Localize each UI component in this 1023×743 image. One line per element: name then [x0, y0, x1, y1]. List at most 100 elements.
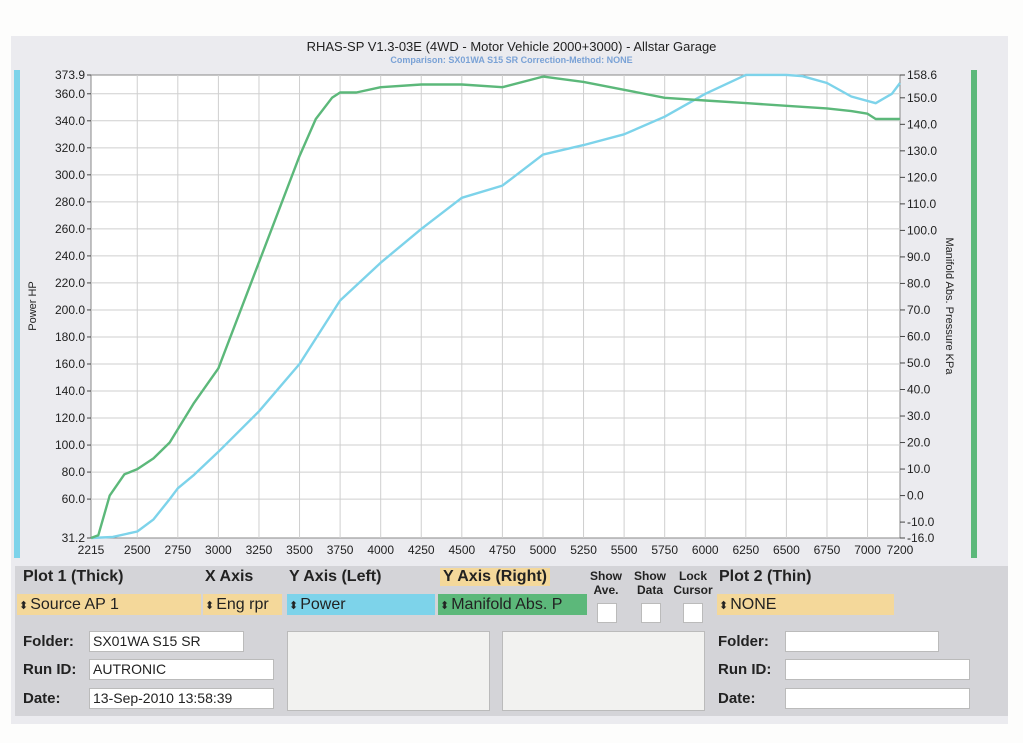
info-panel-right	[502, 631, 705, 711]
xaxis-value: Eng rpr	[216, 596, 269, 613]
x-tick-label: 5250	[570, 543, 597, 557]
y2-tick-label: 30.0	[907, 409, 931, 423]
x-tick-label: 4000	[367, 543, 394, 557]
y2-tick-label: 90.0	[907, 250, 931, 264]
y-tick-label: 180.0	[55, 330, 85, 344]
x-tick-label: 3750	[327, 543, 354, 557]
y2-tick-label: 140.0	[907, 117, 937, 131]
y2-tick-label: 40.0	[907, 383, 931, 397]
y-tick-label: 240.0	[55, 249, 85, 263]
updown-icon: ⬍	[205, 600, 215, 612]
y-tick-label: 140.0	[55, 384, 85, 398]
y-tick-label: 260.0	[55, 222, 85, 236]
lock-cursor-label: Lock Cursor	[673, 569, 713, 597]
x-tick-label: 5000	[530, 543, 557, 557]
y-tick-label: 31.2	[62, 531, 86, 545]
x-tick-label: 4250	[408, 543, 435, 557]
y2-tick-label: 70.0	[907, 303, 931, 317]
show-ave-label: Show Ave.	[590, 569, 622, 597]
dyno-chart: 2215 2500 2750 3000 3250 3500 3750 4000 4250 4500…	[14, 68, 977, 558]
show-data-label: Show Data	[634, 569, 666, 597]
x-tick-label: 3250	[246, 543, 273, 557]
x-tick-label: 2750	[164, 543, 191, 557]
y-tick-label: 300.0	[55, 168, 85, 182]
y-tick-label: 60.0	[62, 492, 86, 506]
x-tick-label: 2215	[78, 543, 105, 557]
y-tick-label: 360.0	[55, 87, 85, 101]
y2-tick-label: 60.0	[907, 329, 931, 343]
folder-field[interactable]: SX01WA S15 SR	[89, 631, 244, 652]
plot1-header: Plot 1 (Thick)	[23, 568, 124, 585]
x-tick-label: 6250	[732, 543, 759, 557]
yleft-value: Power	[300, 596, 346, 613]
updown-icon: ⬍	[719, 600, 729, 612]
y-tick-label: 120.0	[55, 411, 85, 425]
x-tick-label: 7200	[887, 543, 914, 557]
date2-label: Date:	[718, 690, 756, 707]
folder2-field[interactable]	[785, 631, 939, 652]
lock-cursor-checkbox[interactable]	[683, 603, 703, 623]
updown-icon: ⬍	[440, 600, 450, 612]
date2-field[interactable]	[785, 688, 970, 709]
runid2-label: Run ID:	[718, 661, 772, 678]
folder-label: Folder:	[23, 633, 74, 650]
y2-tick-label: 80.0	[907, 276, 931, 290]
y2-tick-label: 0.0	[907, 489, 924, 503]
runid-field[interactable]: AUTRONIC	[89, 659, 274, 680]
plot-area	[90, 74, 901, 539]
y2-tick-label: 100.0	[907, 223, 937, 237]
yleft-header: Y Axis (Left)	[289, 568, 382, 585]
x-tick-label: 4750	[489, 543, 516, 557]
xaxis-header: X Axis	[205, 568, 254, 585]
yleft-select[interactable]: ⬍ Power	[287, 594, 435, 615]
left-axis-color-bar	[14, 70, 20, 558]
show-data-checkbox[interactable]	[641, 603, 661, 623]
runid2-field[interactable]	[785, 659, 970, 680]
y2-tick-label: 150.0	[907, 91, 937, 105]
y-tick-label: 320.0	[55, 141, 85, 155]
yright-value: Manifold Abs. P	[451, 596, 563, 613]
x-tick-label: 6000	[692, 543, 719, 557]
x-tick-label: 3500	[286, 543, 313, 557]
source-select[interactable]: ⬍ Source AP 1	[17, 594, 201, 615]
plot2-header: Plot 2 (Thin)	[719, 568, 812, 585]
yright-header: Y Axis (Right)	[440, 568, 551, 586]
y2-tick-label: 158.6	[907, 68, 937, 82]
show-ave-checkbox[interactable]	[597, 603, 617, 623]
date-label: Date:	[23, 690, 61, 707]
y2-axis-label: Manifold Abs. Pressure KPa	[943, 238, 955, 376]
xaxis-select[interactable]: ⬍ Eng rpr	[203, 594, 282, 615]
y-tick-label: 200.0	[55, 303, 85, 317]
y-tick-label: 373.9	[55, 68, 85, 82]
date-field[interactable]: 13-Sep-2010 13:58:39	[89, 688, 274, 709]
x-tick-label: 6750	[814, 543, 841, 557]
y-tick-label: 220.0	[55, 276, 85, 290]
y2-tick-label: 10.0	[907, 462, 931, 476]
updown-icon: ⬍	[289, 600, 299, 612]
x-tick-label: 3000	[205, 543, 232, 557]
y-tick-label: 100.0	[55, 438, 85, 452]
source-value: Source AP 1	[30, 596, 119, 613]
info-panel-left	[287, 631, 490, 711]
y2-tick-label: 20.0	[907, 436, 931, 450]
right-axis-color-bar	[971, 70, 977, 558]
y2-tick-label: 50.0	[907, 356, 931, 370]
y2-tick-label: 120.0	[907, 170, 937, 184]
x-tick-label: 4500	[448, 543, 475, 557]
plot2-value: NONE	[730, 596, 777, 613]
y-tick-label: 80.0	[62, 465, 86, 479]
folder2-label: Folder:	[718, 633, 769, 650]
runid-label: Run ID:	[23, 661, 77, 678]
y2-tick-label: -16.0	[907, 531, 935, 545]
y-axis-label: Power HP	[27, 281, 39, 331]
plot2-select[interactable]: ⬍ NONE	[717, 594, 894, 615]
x-tick-label: 5500	[611, 543, 638, 557]
updown-icon: ⬍	[19, 600, 29, 612]
yright-select[interactable]: ⬍ Manifold Abs. P	[438, 594, 587, 615]
x-tick-label: 7000	[854, 543, 881, 557]
y2-tick-label: 110.0	[907, 197, 936, 211]
y2-tick-label: -10.0	[907, 515, 935, 529]
y-tick-label: 280.0	[55, 195, 85, 209]
y-tick-label: 160.0	[55, 357, 85, 371]
x-tick-label: 5750	[651, 543, 678, 557]
